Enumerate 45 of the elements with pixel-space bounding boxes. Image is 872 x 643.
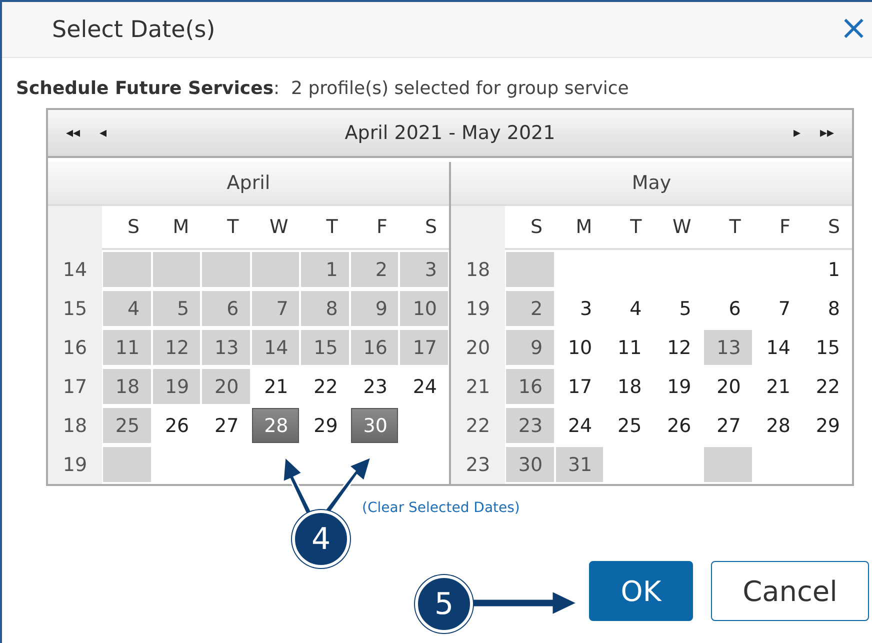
weekday-label: S (505, 206, 555, 250)
day-cell[interactable]: 30 (350, 408, 398, 443)
week-number: 15 (48, 289, 102, 328)
dialog-title: Select Date(s) (52, 16, 216, 42)
week-number: 16 (48, 328, 102, 367)
cancel-button[interactable]: Cancel (711, 561, 869, 621)
weekday-label: F (752, 206, 802, 250)
week-number: 20 (451, 328, 505, 367)
month-name: April (48, 162, 449, 206)
weekday-label: S (102, 206, 152, 250)
week-column-header (451, 206, 505, 250)
week-number: 14 (48, 250, 102, 289)
weekday-label: M (152, 206, 202, 250)
month-name: May (451, 162, 852, 206)
week-column-header (48, 206, 102, 250)
weekday-label: T (604, 206, 654, 250)
week-number: 18 (451, 250, 505, 289)
weekday-label: F (350, 206, 400, 250)
weekday-label: W (654, 206, 704, 250)
summary-text: Schedule Future Services: 2 profile(s) selected for group service (15, 77, 630, 99)
step-callout: 5 (415, 575, 473, 633)
weekday-label: S (399, 206, 449, 250)
weekday-label: W (250, 206, 300, 250)
previous-month-button[interactable]: ◂ (88, 125, 118, 141)
close-button[interactable]: × (840, 10, 872, 48)
week-number: 17 (48, 367, 102, 406)
weekday-label: S (802, 206, 852, 250)
step-callout: 4 (292, 510, 350, 568)
day-cell[interactable]: 28 (252, 408, 300, 443)
weekday-label: T (703, 206, 753, 250)
week-number: 23 (451, 445, 505, 484)
week-number: 19 (48, 445, 102, 484)
weekday-label: T (300, 206, 350, 250)
last-month-button[interactable]: ▸▸ (812, 125, 842, 141)
next-month-button[interactable]: ▸ (782, 125, 812, 141)
date-range-label: April 2021 - May 2021 (344, 122, 556, 144)
week-number: 22 (451, 406, 505, 445)
week-number: 19 (451, 289, 505, 328)
week-number: 18 (48, 406, 102, 445)
week-number: 21 (451, 367, 505, 406)
weekday-label: T (201, 206, 251, 250)
first-month-button[interactable]: ◂◂ (58, 125, 88, 141)
weekday-label: M (554, 206, 604, 250)
ok-button[interactable]: OK (589, 561, 693, 621)
clear-selected-dates-link[interactable]: (Clear Selected Dates) (362, 500, 520, 516)
